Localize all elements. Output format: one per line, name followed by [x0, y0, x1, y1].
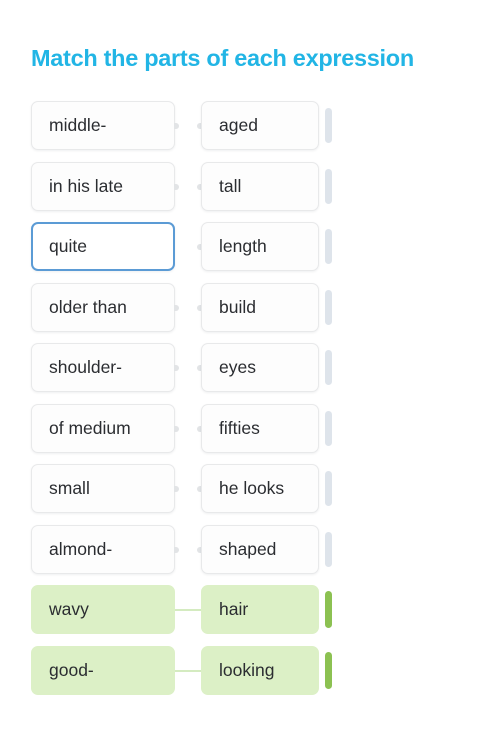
- match-row: in his late tall: [0, 161, 500, 211]
- match-card-left-label: shoulder-: [49, 357, 122, 377]
- match-card-right[interactable]: fifties: [201, 403, 319, 453]
- match-row: good-looking: [0, 645, 500, 695]
- match-card-right-label: aged: [219, 115, 258, 135]
- page-title: Match the parts of each expression: [31, 45, 414, 71]
- drag-handle-icon[interactable]: [325, 531, 332, 567]
- connector-line-icon: [175, 669, 201, 672]
- match-card-right-label: eyes: [219, 357, 256, 377]
- match-card-right[interactable]: he looks: [201, 464, 319, 513]
- match-card-left[interactable]: middle-: [31, 101, 175, 150]
- match-card-left-label: small: [49, 478, 90, 498]
- match-card-left[interactable]: older than: [31, 282, 175, 332]
- match-rows-container: middle-aged in his late tall quite length old…: [0, 101, 500, 706]
- match-card-right[interactable]: tall: [201, 161, 319, 211]
- match-card-right-label: looking: [219, 659, 275, 680]
- drag-handle-icon[interactable]: [325, 651, 332, 689]
- match-card-right-label: length: [219, 236, 267, 256]
- match-card-left-label: almond-: [49, 538, 113, 559]
- match-card-left[interactable]: almond-: [31, 524, 175, 574]
- match-card-right[interactable]: looking: [201, 645, 319, 695]
- connector-nub-icon: [174, 183, 179, 190]
- match-card-left-label: quite: [49, 236, 87, 256]
- connector-nub-icon: [174, 425, 179, 432]
- drag-handle-icon[interactable]: [325, 289, 332, 325]
- match-card-left[interactable]: good-: [31, 645, 175, 695]
- match-card-left[interactable]: small: [31, 464, 175, 513]
- match-card-left-label: of medium: [49, 417, 131, 438]
- match-row: almond-shaped: [0, 524, 500, 574]
- match-card-right[interactable]: hair: [201, 585, 319, 634]
- drag-handle-icon[interactable]: [325, 410, 332, 446]
- match-card-left[interactable]: of medium: [31, 403, 175, 453]
- match-row: small he looks: [0, 464, 500, 513]
- match-row: older than build: [0, 282, 500, 332]
- match-row: middle-aged: [0, 101, 500, 150]
- match-card-left-label: older than: [49, 296, 127, 317]
- drag-handle-icon[interactable]: [325, 591, 332, 628]
- match-card-left[interactable]: shoulder-: [31, 343, 175, 392]
- match-card-right[interactable]: build: [201, 282, 319, 332]
- match-card-left[interactable]: in his late: [31, 161, 175, 211]
- match-card-right[interactable]: eyes: [201, 343, 319, 392]
- match-card-left[interactable]: quite: [31, 222, 175, 271]
- match-card-right-label: build: [219, 296, 256, 317]
- match-card-left-label: middle-: [49, 115, 107, 135]
- match-card-left-label: wavy: [49, 599, 89, 619]
- match-card-left-label: in his late: [49, 175, 123, 196]
- connector-line-icon: [175, 609, 201, 611]
- drag-handle-icon[interactable]: [325, 350, 332, 385]
- drag-handle-icon[interactable]: [325, 471, 332, 506]
- match-row: of medium fifties: [0, 403, 500, 453]
- match-card-right-label: hair: [219, 599, 249, 619]
- drag-handle-icon[interactable]: [325, 229, 332, 264]
- connector-nub-icon: [174, 123, 179, 129]
- match-card-right[interactable]: length: [201, 222, 319, 271]
- drag-handle-icon[interactable]: [325, 168, 332, 204]
- match-card-right-label: he looks: [219, 478, 285, 498]
- match-card-right[interactable]: shaped: [201, 524, 319, 574]
- connector-nub-icon: [174, 546, 179, 553]
- match-card-left[interactable]: wavy: [31, 585, 175, 634]
- connector-nub-icon: [174, 304, 179, 311]
- match-card-right-label: fifties: [219, 417, 260, 438]
- connector-nub-icon: [174, 365, 179, 371]
- drag-handle-icon[interactable]: [325, 108, 332, 143]
- match-row: wavy hair: [0, 585, 500, 634]
- match-card-left-label: good-: [49, 659, 94, 680]
- connector-nub-icon: [174, 486, 179, 492]
- match-card-right-label: shaped: [219, 538, 277, 559]
- match-row: quite length: [0, 222, 500, 271]
- match-card-right-label: tall: [219, 175, 242, 196]
- match-row: shoulder-eyes: [0, 343, 500, 392]
- match-card-right[interactable]: aged: [201, 101, 319, 150]
